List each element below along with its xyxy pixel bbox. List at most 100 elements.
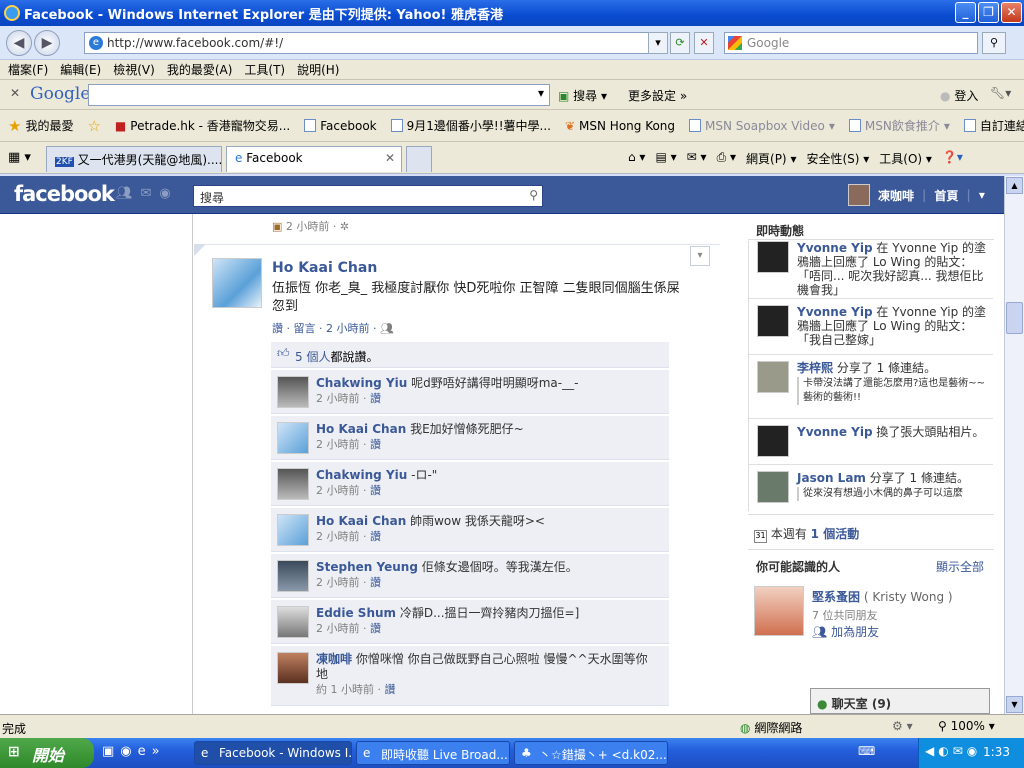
favorite-link[interactable]: ■ Petrade.hk - 香港寵物交易...: [115, 117, 290, 134]
avatar[interactable]: [277, 468, 309, 500]
show-desktop-icon[interactable]: ▣: [102, 744, 120, 759]
avatar[interactable]: [277, 514, 309, 546]
address-input[interactable]: e http://www.facebook.com/#!/: [84, 32, 664, 54]
menu-edit[interactable]: 編輯(E): [60, 61, 101, 78]
mail-icon[interactable]: ✉ ▾: [687, 150, 707, 167]
toolbar-close-icon[interactable]: ✕: [10, 86, 20, 100]
taskbar-button[interactable]: ♣ 丶☆錯撮丶+ <d.k02...: [514, 741, 668, 765]
avatar[interactable]: [757, 471, 789, 503]
avatar[interactable]: [848, 184, 870, 206]
menu-view[interactable]: 檢視(V): [113, 61, 155, 78]
messages-icon[interactable]: ✉: [141, 186, 160, 201]
home-icon[interactable]: ⌂ ▾: [628, 150, 645, 167]
pymk-avatar[interactable]: [754, 586, 804, 636]
avatar[interactable]: [757, 305, 789, 337]
scroll-down-button[interactable]: ▼: [1006, 696, 1023, 713]
minimize-button[interactable]: _: [955, 2, 976, 23]
ticker-item[interactable]: Yvonne Yip 在 Yvonne Yip 的塗鴉牆上回應了 Lo Wing…: [749, 301, 993, 355]
pymk-name[interactable]: 堅系蚤困: [812, 590, 860, 604]
friend-requests-icon[interactable]: 👥︎: [116, 186, 141, 201]
add-favorite-button[interactable]: ☆: [87, 117, 100, 135]
page-scrollbar[interactable]: ▲ ▼: [1004, 176, 1024, 714]
avatar[interactable]: [277, 376, 309, 408]
post-author-name[interactable]: Ho Kaai Chan: [272, 260, 377, 276]
avatar[interactable]: [277, 560, 309, 592]
mutual-friends[interactable]: 7 位共同朋友: [812, 607, 878, 623]
ticker-item[interactable]: Jason Lam 分享了 1 條連結。 從來沒有想過小木偶的鼻子可以這麼: [749, 467, 993, 511]
account-menu-icon[interactable]: ▾: [979, 188, 985, 202]
feeds-icon[interactable]: ▤ ▾: [655, 150, 676, 167]
facebook-logo[interactable]: facebook: [14, 182, 115, 206]
ticker-item[interactable]: Yvonne Yip 在 Yvonne Yip 的塗鴉牆上回應了 Lo Wing…: [749, 241, 993, 299]
keyboard-icon[interactable]: ⌨: [858, 744, 875, 758]
google-search-button[interactable]: ▣ 搜尋 ▾: [558, 87, 607, 104]
avatar[interactable]: [757, 425, 789, 457]
post-options-button[interactable]: ▾: [690, 246, 710, 266]
favorite-link[interactable]: 自訂連結: [963, 117, 1024, 134]
menu-file[interactable]: 檔案(F): [8, 61, 48, 78]
menu-tools[interactable]: 工具(T): [244, 61, 285, 78]
google-search-input[interactable]: [88, 84, 550, 106]
help-icon[interactable]: ❓▾: [942, 150, 963, 167]
search-icon[interactable]: ⚲: [529, 188, 538, 202]
tab-facebook[interactable]: e Facebook ✕: [226, 146, 402, 172]
back-button[interactable]: ◀: [6, 30, 32, 56]
search-box-input[interactable]: Google: [724, 32, 978, 54]
profile-link[interactable]: 凍咖啡: [878, 187, 914, 204]
forward-button[interactable]: ▶: [34, 30, 60, 56]
tools-menu[interactable]: 工具(O) ▾: [879, 150, 932, 167]
favorite-link[interactable]: Facebook: [304, 119, 377, 133]
chat-bar[interactable]: ● 聊天室 (9): [810, 688, 990, 714]
media-player-icon[interactable]: ◉: [120, 744, 137, 759]
tab-other[interactable]: 2KF 又一代港男(天龍@地風)........: [46, 146, 222, 172]
ticker-item[interactable]: 李梓熙 分享了 1 條連結。 卡帶沒法講了還能怎麼用?這也是藝術~~藝術的藝術!!: [749, 357, 993, 419]
post-author-avatar[interactable]: [212, 258, 262, 308]
quick-tabs-icon[interactable]: ▦ ▾: [8, 150, 31, 165]
home-link[interactable]: 首頁: [934, 187, 958, 204]
notifications-globe-icon[interactable]: ◉: [159, 186, 178, 201]
favorites-button[interactable]: ★ 我的最愛: [8, 117, 73, 135]
stop-button[interactable]: ✕: [694, 32, 714, 54]
more-settings-button[interactable]: 更多設定 »: [628, 87, 687, 104]
favorite-link[interactable]: 9月1邊個番小學!!薯中學...: [390, 117, 551, 134]
favorite-link[interactable]: MSN飲食推介 ▾: [848, 117, 950, 134]
page-menu[interactable]: 網頁(P) ▾: [746, 150, 796, 167]
add-friend-button[interactable]: 👥︎ 加為朋友: [812, 623, 879, 640]
facebook-header: facebook 👥︎✉◉ 搜尋 ⚲ 凍咖啡 | 首頁 | ▾: [0, 176, 1004, 214]
login-button[interactable]: ● 登入: [940, 87, 978, 104]
menu-favorites[interactable]: 我的最愛(A): [167, 61, 233, 78]
tray-icons[interactable]: ◀◐✉◉: [925, 744, 981, 758]
notification-icons[interactable]: 👥︎✉◉: [116, 186, 179, 201]
wrench-icon[interactable]: 🔧︎▾: [990, 86, 1011, 100]
search-button[interactable]: ⚲: [982, 32, 1006, 54]
favorite-link[interactable]: ❦ MSN Hong Kong: [565, 119, 675, 133]
scroll-up-button[interactable]: ▲: [1006, 177, 1023, 194]
google-search-dropdown-icon[interactable]: ▾: [538, 86, 544, 100]
protected-mode-icon[interactable]: ⚙ ▾: [892, 719, 913, 733]
maximize-button[interactable]: ❐: [978, 2, 999, 23]
start-button[interactable]: ⊞ 開始: [0, 738, 94, 768]
print-icon[interactable]: ⎙ ▾: [717, 150, 736, 167]
close-tab-icon[interactable]: ✕: [385, 151, 395, 165]
events-link[interactable]: 1 個活動: [811, 527, 860, 541]
zoom-control[interactable]: ⚲ 100% ▾: [938, 719, 995, 733]
avatar[interactable]: [277, 652, 309, 684]
menu-help[interactable]: 說明(H): [297, 61, 339, 78]
scroll-thumb[interactable]: [1006, 302, 1023, 334]
refresh-button[interactable]: ⟳: [670, 32, 690, 54]
taskbar-button[interactable]: e Facebook - Windows I...: [194, 741, 352, 765]
fb-search-input[interactable]: 搜尋 ⚲: [193, 185, 543, 207]
close-window-button[interactable]: ✕: [1001, 2, 1022, 23]
favorite-link[interactable]: MSN Soapbox Video ▾: [689, 119, 835, 133]
ticker-item[interactable]: Yvonne Yip 換了張大頭貼相片。: [749, 421, 993, 465]
browser-icon[interactable]: e: [138, 744, 152, 759]
avatar[interactable]: [757, 361, 789, 393]
new-tab-button[interactable]: [406, 146, 432, 172]
taskbar-button[interactable]: e 即時收聽 Live Broad...: [356, 741, 510, 765]
avatar[interactable]: [277, 422, 309, 454]
safety-menu[interactable]: 安全性(S) ▾: [806, 150, 869, 167]
address-dropdown-button[interactable]: ▾: [648, 32, 668, 54]
avatar[interactable]: [277, 606, 309, 638]
avatar[interactable]: [757, 241, 789, 273]
show-all-link[interactable]: 顯示全部: [936, 558, 984, 575]
